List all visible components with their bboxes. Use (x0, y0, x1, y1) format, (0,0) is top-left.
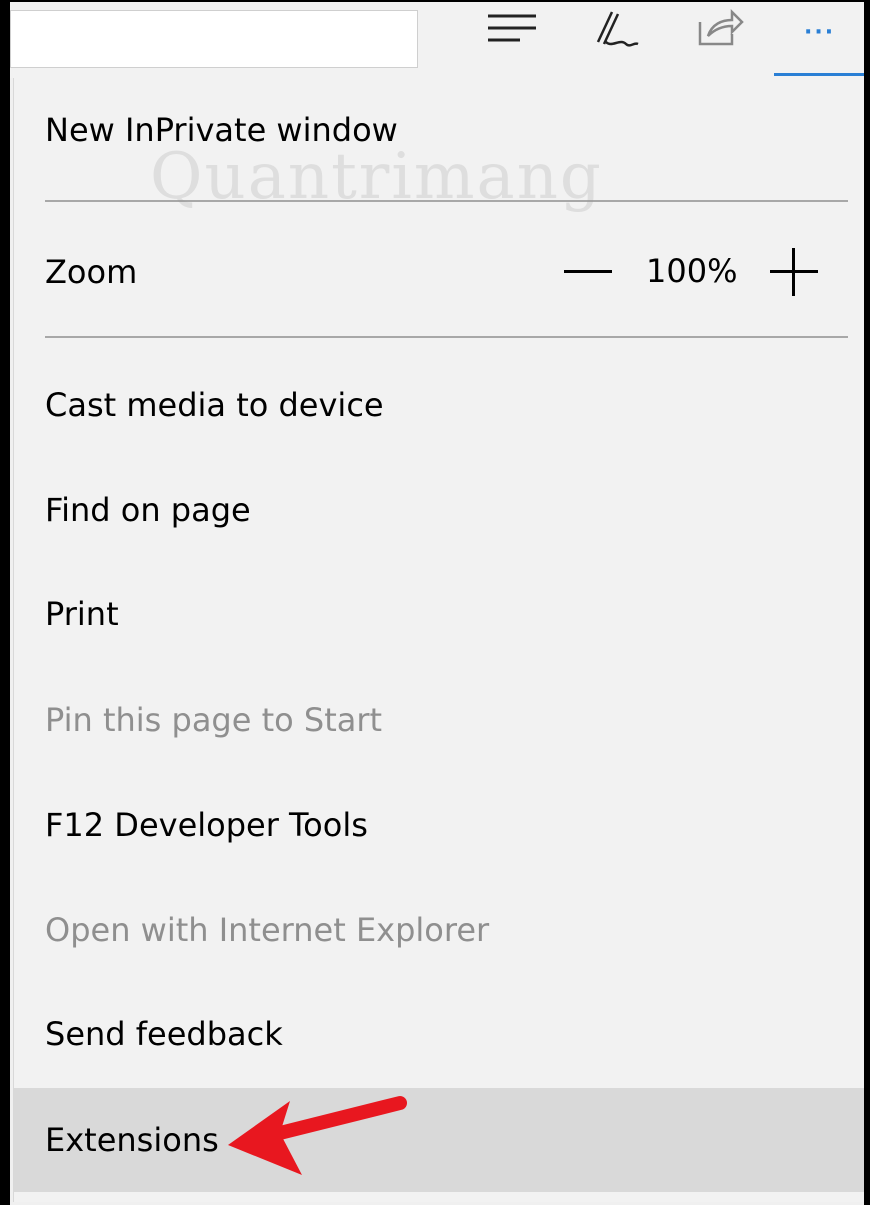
menu-item-send-feedback[interactable]: Send feedback (14, 982, 864, 1086)
zoom-in-button[interactable] (770, 248, 818, 296)
share-icon[interactable] (694, 8, 744, 48)
frame-border-left (0, 0, 10, 1205)
web-note-icon[interactable] (592, 8, 640, 48)
menu-item-label: Open with Internet Explorer (45, 911, 490, 949)
menu-item-label: Find on page (45, 491, 251, 529)
hub-icon[interactable] (486, 8, 538, 48)
menu-divider (45, 336, 848, 338)
menu-item-label: Cast media to device (45, 386, 384, 424)
more-actions-button[interactable]: ··· (774, 0, 870, 76)
red-arrow-icon (228, 1096, 407, 1175)
menu-item-open-with-ie: Open with Internet Explorer (14, 878, 864, 982)
more-icon: ··· (804, 20, 836, 45)
menu-item-new-inprivate-window[interactable]: New InPrivate window (14, 78, 864, 182)
menu-item-label: Pin this page to Start (45, 701, 383, 739)
menu-item-label: New InPrivate window (45, 111, 398, 149)
menu-item-print[interactable]: Print (14, 562, 864, 666)
browser-toolbar: ··· (0, 0, 870, 78)
menu-item-zoom: Zoom 100% (14, 220, 864, 324)
zoom-out-button[interactable] (564, 270, 612, 273)
zoom-label: Zoom (45, 253, 138, 291)
menu-item-extensions[interactable]: Extensions (14, 1088, 864, 1192)
menu-item-label: Extensions (45, 1121, 219, 1159)
zoom-value: 100% (646, 252, 738, 290)
frame-border-top (0, 0, 870, 2)
address-bar[interactable] (10, 10, 418, 68)
settings-menu: New InPrivate window Zoom 100% Cast medi… (14, 78, 864, 1202)
menu-divider (45, 200, 848, 202)
menu-item-pin-to-start: Pin this page to Start (14, 668, 864, 772)
menu-item-developer-tools[interactable]: F12 Developer Tools (14, 773, 864, 877)
menu-item-find-on-page[interactable]: Find on page (14, 458, 864, 562)
menu-item-label: Print (45, 595, 119, 633)
browser-window: ··· New InPrivate window Zoom 100% Cast … (0, 0, 870, 1205)
zoom-controls: 100% (564, 242, 834, 302)
frame-border-right (864, 0, 870, 1205)
menu-item-label: Send feedback (45, 1015, 283, 1053)
menu-item-label: F12 Developer Tools (45, 806, 368, 844)
menu-item-cast-media[interactable]: Cast media to device (14, 353, 864, 457)
